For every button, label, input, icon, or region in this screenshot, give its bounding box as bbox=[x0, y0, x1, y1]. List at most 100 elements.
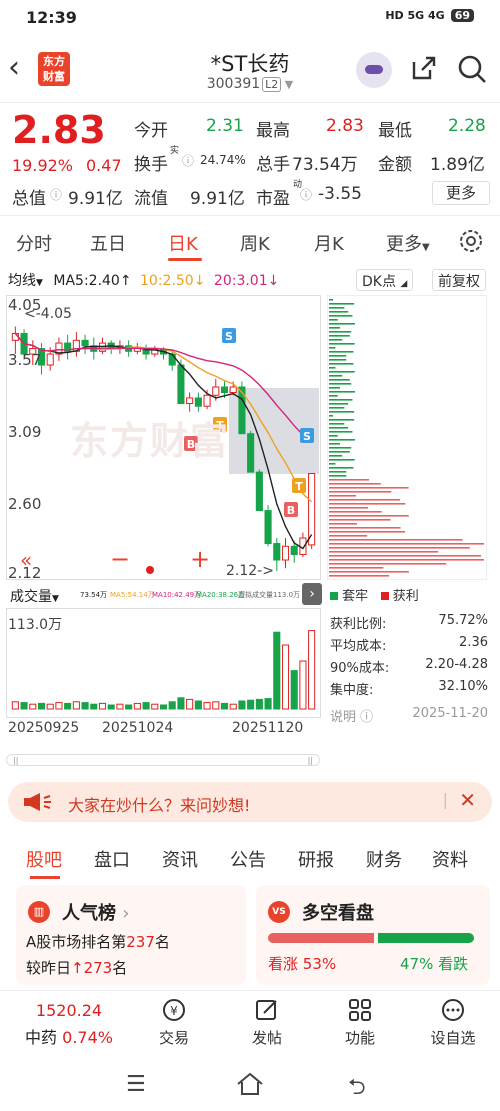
chevron-right-icon: › bbox=[122, 903, 130, 924]
index-line: 中药 0.74% bbox=[14, 1024, 124, 1048]
settings-gear-icon[interactable] bbox=[458, 228, 484, 254]
delta-value: 273 bbox=[83, 959, 113, 977]
scroll-handle-right[interactable]: || bbox=[308, 756, 313, 765]
tab-news[interactable]: 资讯 bbox=[162, 846, 198, 872]
bear-label: 看跌 bbox=[438, 955, 469, 973]
tab-announcements[interactable]: 公告 bbox=[230, 846, 266, 872]
timeline-scrollbar[interactable]: || || bbox=[6, 754, 320, 766]
divider bbox=[0, 102, 500, 103]
stat-row: 获利比例: 75.72% bbox=[330, 613, 488, 632]
chip-note-link[interactable]: 说明 ⓘ bbox=[330, 710, 373, 725]
tab-monthly-k[interactable]: 月K bbox=[314, 230, 344, 256]
tab-weekly-k[interactable]: 周K bbox=[240, 230, 270, 256]
zoom-in-icon[interactable]: + bbox=[190, 545, 210, 573]
chip-bar bbox=[329, 571, 409, 573]
buy-marker[interactable]: B bbox=[287, 504, 295, 517]
tab-finance[interactable]: 财务 bbox=[366, 846, 402, 872]
tab-research[interactable]: 研报 bbox=[298, 846, 334, 872]
more-button[interactable]: 更多 bbox=[432, 181, 490, 205]
vs-icon: VS bbox=[268, 901, 290, 923]
candle-body bbox=[264, 510, 272, 545]
volume-bar bbox=[64, 702, 72, 710]
ma-type-select[interactable]: 均线▼ bbox=[8, 273, 43, 289]
nav-functions[interactable]: 功能 bbox=[320, 997, 400, 1048]
chip-bar bbox=[329, 367, 336, 369]
index-name: 中药 bbox=[25, 1028, 58, 1047]
scroll-left-icon[interactable]: « bbox=[20, 548, 32, 572]
delta-prefix: 较昨日 bbox=[26, 959, 72, 977]
megaphone-icon bbox=[24, 793, 51, 811]
scroll-handle-left[interactable]: || bbox=[13, 756, 18, 765]
edit-icon bbox=[256, 1000, 277, 1020]
chip-bar bbox=[329, 567, 384, 569]
close-icon[interactable]: ✕ bbox=[459, 788, 476, 812]
share-icon[interactable] bbox=[410, 54, 438, 82]
nav-post[interactable]: 发帖 bbox=[227, 997, 307, 1048]
bull-line: 看涨 53% bbox=[268, 953, 336, 974]
popularity-card[interactable]: ▥ 人气榜 › A股市场排名第237名 较昨日↑273名 bbox=[16, 885, 246, 985]
zoom-out-icon[interactable]: − bbox=[110, 545, 130, 573]
dk-point-button[interactable]: DK点 ◢ bbox=[356, 269, 414, 291]
menu-icon[interactable]: ☰ bbox=[126, 1072, 146, 1097]
chip-bar bbox=[329, 323, 355, 325]
open-value: 2.31 bbox=[206, 116, 244, 136]
turnover-value: 24.74% bbox=[200, 153, 246, 167]
search-icon[interactable] bbox=[457, 54, 487, 84]
chip-bar bbox=[329, 459, 355, 461]
grid-icon bbox=[349, 999, 371, 1021]
stat-value: 75.72% bbox=[438, 613, 488, 628]
sell-marker[interactable]: S bbox=[225, 330, 233, 343]
nav-watchlist[interactable]: 设自选 bbox=[413, 997, 493, 1048]
chip-distribution bbox=[326, 294, 488, 581]
ai-assistant-icon[interactable] bbox=[356, 52, 392, 88]
nav-trade-label: 交易 bbox=[158, 1029, 189, 1047]
ranking-icon: ▥ bbox=[28, 901, 50, 923]
tab-pankou[interactable]: 盘口 bbox=[94, 846, 130, 872]
expand-arrow-icon[interactable]: › bbox=[302, 583, 322, 605]
info-icon[interactable]: ⓘ bbox=[50, 186, 62, 203]
index-value: 1520.24 bbox=[35, 1001, 103, 1020]
low-annotation: 2.12-> bbox=[226, 563, 274, 579]
high-annotation: <-4.05 bbox=[24, 306, 72, 322]
chip-bar bbox=[329, 547, 470, 549]
chip-bar bbox=[329, 555, 482, 557]
volume-bar bbox=[142, 702, 150, 710]
y-tick-label: 3.57 bbox=[8, 351, 42, 369]
dropdown-icon[interactable]: ▼ bbox=[281, 78, 293, 91]
back-nav-icon[interactable]: ⮌ bbox=[348, 1070, 366, 1108]
tab-more[interactable]: 更多▼ bbox=[386, 230, 430, 256]
index-widget[interactable]: 1520.24 中药 0.74% bbox=[14, 1001, 124, 1048]
volume-bar bbox=[203, 702, 211, 710]
tab-guba[interactable]: 股吧 bbox=[26, 846, 62, 872]
home-icon[interactable] bbox=[236, 1072, 264, 1096]
battery-icon: 69 bbox=[450, 9, 474, 22]
tab-5day[interactable]: 五日 bbox=[90, 230, 126, 256]
info-icon[interactable]: ⓘ bbox=[300, 186, 312, 203]
bear-value: 47% bbox=[400, 955, 434, 973]
chip-bar bbox=[329, 491, 392, 493]
stat-row: 集中度: 32.10% bbox=[330, 679, 488, 698]
up-arrow-icon: ↑ bbox=[71, 959, 84, 977]
popularity-title: 人气榜 › bbox=[62, 899, 129, 925]
chip-bar bbox=[329, 451, 350, 453]
status-bar: 12:39 HD 5G 4G 69 bbox=[0, 0, 500, 36]
info-icon[interactable]: ⓘ bbox=[182, 152, 194, 169]
chip-bar bbox=[329, 307, 345, 309]
tab-daily-k[interactable]: 日K bbox=[168, 230, 198, 256]
change-percent: 19.92% bbox=[12, 156, 74, 175]
candle-body bbox=[281, 545, 290, 561]
system-nav-bar: ☰ ⮌ bbox=[0, 1060, 500, 1111]
tab-intraday[interactable]: 分时 bbox=[16, 230, 52, 256]
bull-bar bbox=[268, 933, 374, 943]
sell-marker[interactable]: S bbox=[303, 430, 311, 443]
sentiment-card[interactable]: VS 多空看盘 看涨 53% 47% 看跌 bbox=[256, 885, 490, 985]
volume-select[interactable]: 成交量▼ bbox=[10, 586, 59, 606]
level2-badge[interactable]: L2 bbox=[262, 77, 282, 92]
watermark: 东方财富 bbox=[70, 419, 231, 463]
adjust-button[interactable]: 前复权 bbox=[432, 269, 486, 291]
chip-bar bbox=[329, 303, 355, 305]
ask-banner[interactable]: 大家在炒什么？来问妙想! | ✕ bbox=[8, 782, 492, 822]
trade-marker[interactable]: T bbox=[295, 480, 303, 493]
nav-trade[interactable]: ¥ 交易 bbox=[134, 997, 214, 1048]
tab-profile[interactable]: 资料 bbox=[432, 846, 468, 872]
